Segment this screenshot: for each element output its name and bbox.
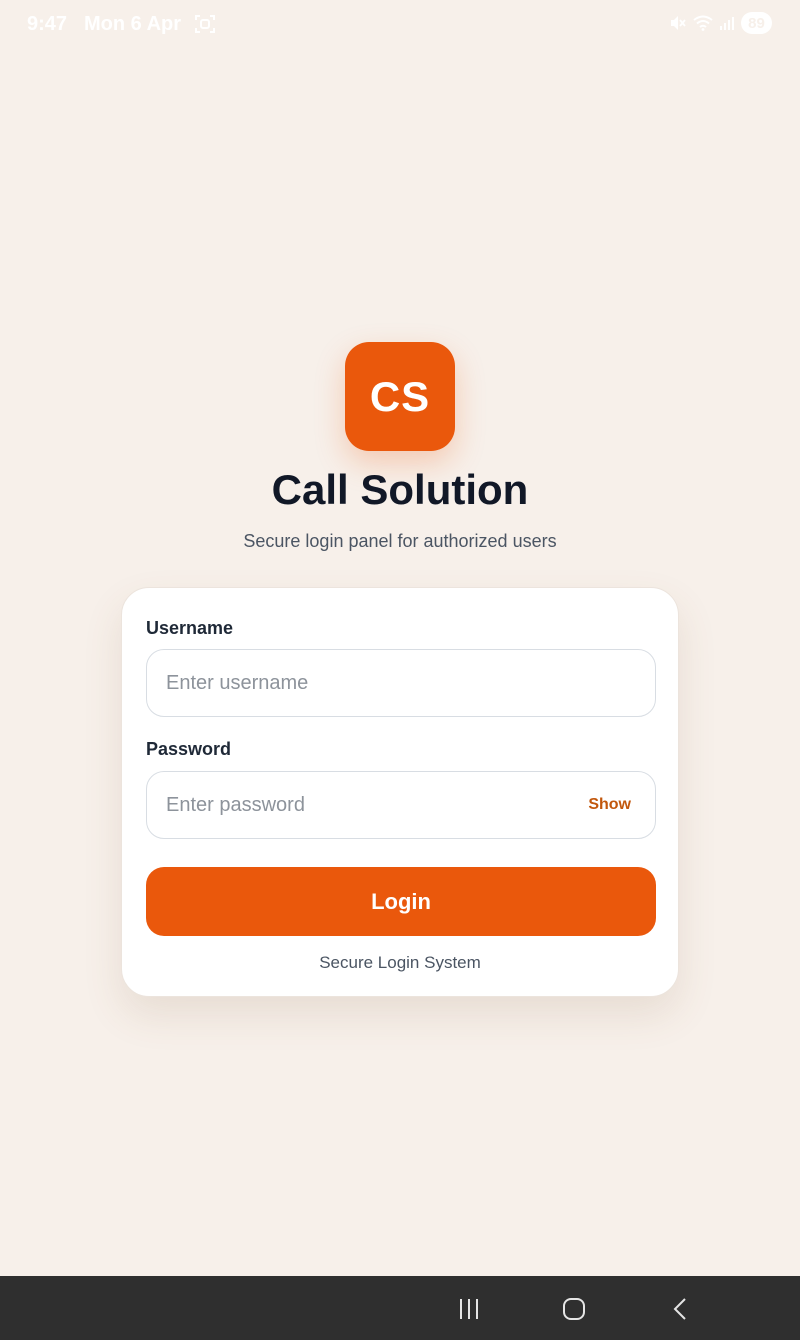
screenshot-icon: [194, 14, 216, 34]
status-bar: 9:47 Mon 6 Apr 89: [0, 0, 800, 48]
navigation-bar: [0, 1276, 800, 1340]
login-button[interactable]: Login: [146, 867, 656, 936]
home-icon[interactable]: [561, 1296, 587, 1322]
mute-icon: [669, 14, 687, 32]
username-input[interactable]: [147, 650, 655, 716]
username-label: Username: [146, 618, 234, 638]
app-subtitle: Secure login panel for authorized users: [243, 531, 557, 551]
status-date: Mon 6 Apr: [84, 13, 182, 35]
secure-login-note: Secure Login System: [319, 953, 481, 972]
signal-icon: [719, 15, 735, 31]
app-title: Call Solution: [271, 466, 529, 513]
username-field-container: [146, 649, 656, 717]
login-screen: 9:47 Mon 6 Apr 89 CS Call Solution Secur…: [0, 0, 800, 1340]
back-icon[interactable]: [668, 1296, 694, 1322]
battery-indicator: 89: [741, 12, 772, 34]
password-label: Password: [146, 739, 232, 759]
password-input[interactable]: [147, 772, 655, 838]
recents-icon[interactable]: [456, 1296, 482, 1322]
app-logo: CS: [345, 342, 455, 451]
password-field-container: Show: [146, 771, 656, 839]
status-icons: 89: [669, 12, 772, 34]
status-time: 9:47: [27, 13, 68, 35]
wifi-icon: [693, 15, 713, 31]
show-password-toggle[interactable]: Show: [588, 796, 631, 814]
login-card: Username Password Show Login Secure Logi…: [121, 587, 679, 997]
